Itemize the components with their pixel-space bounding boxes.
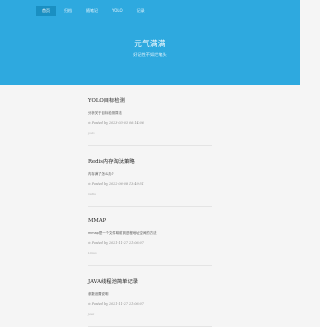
- post-meta: ⊙Posted by 2022-06-08 13:49:51: [88, 182, 212, 186]
- post-list: YOLO目标检测 分析关于目标检测算法 ⊙Posted by 2023-03-0…: [0, 85, 300, 327]
- post-meta: ⊙Posted by 2021-11-27 21:06:07: [88, 302, 212, 306]
- site-subtitle: 好记性不如烂笔头: [133, 52, 167, 57]
- post-title-link[interactable]: YOLO目标检测: [88, 96, 212, 104]
- nav-item-yolo[interactable]: YOLO: [106, 6, 129, 16]
- nav-item-home[interactable]: 首页: [36, 6, 56, 16]
- post-excerpt: 分析关于目标检测算法: [88, 111, 122, 115]
- top-nav: 首页 归档 随笔记 YOLO 记录: [36, 6, 151, 16]
- post-title-link[interactable]: JAVA线程池简单记录: [88, 277, 212, 285]
- post-excerpt: 参数设置说明: [88, 292, 109, 296]
- nav-item-archive[interactable]: 归档: [58, 6, 78, 16]
- post-date: Posted by 2022-06-08 13:49:51: [91, 182, 144, 186]
- post-item: JAVA线程池简单记录 参数设置说明 ⊙Posted by 2021-11-27…: [88, 266, 212, 327]
- post-date: Posted by 2021-11-27 21:06:07: [91, 241, 144, 245]
- post-tag[interactable]: Linux: [88, 251, 212, 255]
- post-meta: ⊙Posted by 2023-03-03 06:14:06: [88, 121, 212, 125]
- clock-icon: ⊙: [88, 182, 91, 186]
- clock-icon: ⊙: [88, 241, 91, 245]
- clock-icon: ⊙: [88, 302, 91, 306]
- nav-item-records[interactable]: 记录: [131, 6, 151, 16]
- post-excerpt: 内存满了怎么办?: [88, 172, 114, 176]
- site-title: 元气满满: [134, 39, 166, 48]
- post-date: Posted by 2021-11-27 21:06:07: [91, 302, 144, 306]
- nav-item-notes[interactable]: 随笔记: [80, 6, 104, 16]
- post-excerpt: mmap是一个文件映射到进程地址空间的方法: [88, 231, 157, 235]
- header-banner: 首页 归档 随笔记 YOLO 记录 元气满满 好记性不如烂笔头: [0, 0, 300, 85]
- post-tag[interactable]: java: [88, 312, 212, 316]
- post-date: Posted by 2023-03-03 06:14:06: [91, 121, 144, 125]
- clock-icon: ⊙: [88, 121, 91, 125]
- post-item: YOLO目标检测 分析关于目标检测算法 ⊙Posted by 2023-03-0…: [88, 85, 212, 146]
- post-title-link[interactable]: MMAP: [88, 218, 212, 224]
- post-title-link[interactable]: Redis内存淘汰策略: [88, 157, 212, 165]
- post-tag[interactable]: redis: [88, 192, 212, 196]
- post-meta: ⊙Posted by 2021-11-27 21:06:07: [88, 241, 212, 245]
- post-tag[interactable]: yolo: [88, 131, 212, 135]
- post-item: MMAP mmap是一个文件映射到进程地址空间的方法 ⊙Posted by 20…: [88, 207, 212, 266]
- post-item: Redis内存淘汰策略 内存满了怎么办? ⊙Posted by 2022-06-…: [88, 146, 212, 207]
